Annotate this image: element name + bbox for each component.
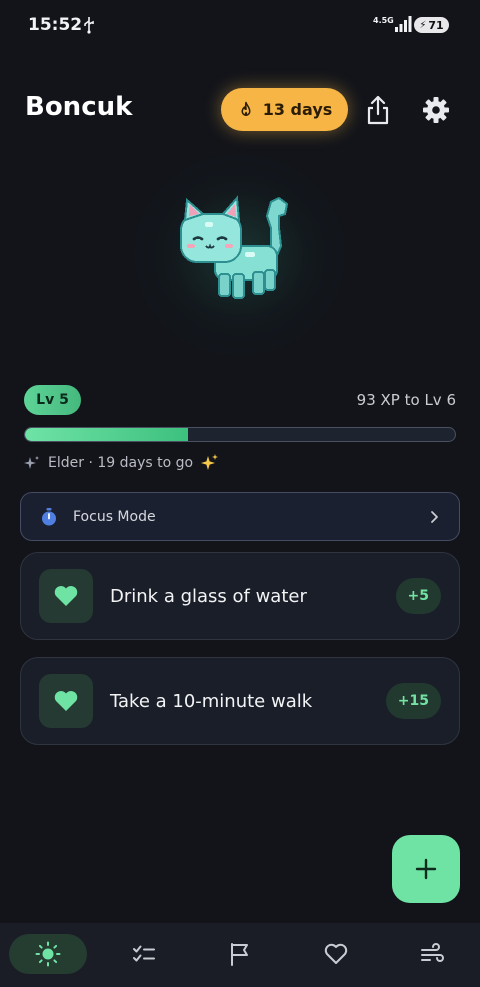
heart-icon [54,691,78,711]
sun-icon [35,941,61,967]
plus-icon [415,858,437,880]
usb-icon [84,17,94,34]
habit-label: Take a 10-minute walk [110,690,313,712]
sparkles-emoji-icon [201,454,219,470]
habit-icon-box [39,674,93,728]
add-habit-button[interactable] [392,835,460,903]
pet-name-title: Boncuk [25,92,133,122]
habit-label: Drink a glass of water [110,585,307,607]
pixel-cat-icon[interactable] [175,188,300,313]
habit-card[interactable]: Drink a glass of water +5 [20,552,460,640]
level-badge: Lv 5 [24,385,81,415]
flame-icon [241,101,251,116]
nav-favorites[interactable] [316,934,356,974]
nav-home[interactable] [9,934,87,974]
settings-button[interactable] [420,94,452,126]
battery-indicator: ⚡ 71 [414,17,449,33]
bolt-icon: ⚡ [419,19,427,31]
sparkle-icon [24,455,39,469]
habit-xp-reward: +15 [385,683,441,719]
streak-label: 13 days [262,100,333,119]
bottom-navigation [0,923,480,987]
signal-icon [395,16,412,32]
gear-icon [423,97,449,123]
heart-outline-icon [324,943,348,964]
heart-icon [54,586,78,606]
share-button[interactable] [363,93,393,127]
flag-icon [231,943,248,966]
chevron-right-icon [431,510,438,523]
share-icon [367,95,389,125]
status-time: 15:52 [28,15,83,35]
habit-icon-box [39,569,93,623]
xp-progress-fill [25,428,189,441]
checklist-icon [133,945,155,962]
nav-tasks[interactable] [124,934,164,974]
wind-icon [421,943,444,962]
network-label: 4.5G [373,16,394,25]
nav-breathing[interactable] [412,934,452,974]
evolution-stage: Elder · 19 days to go [24,454,219,471]
focus-mode-label: Focus Mode [73,508,156,525]
xp-progress-bar [24,427,456,442]
xp-to-next-level: 93 XP to Lv 6 [356,391,456,409]
focus-mode-button[interactable]: Focus Mode [20,492,460,541]
stopwatch-icon [42,507,56,525]
habit-card[interactable]: Take a 10-minute walk +15 [20,657,460,745]
habit-xp-reward: +5 [395,578,441,614]
battery-level: 71 [428,18,444,32]
status-bar: 15:52 4.5G ⚡ 71 [0,0,480,52]
streak-button[interactable]: 13 days [221,88,348,131]
nav-goals[interactable] [220,934,260,974]
stage-text: Elder · 19 days to go [48,454,194,471]
